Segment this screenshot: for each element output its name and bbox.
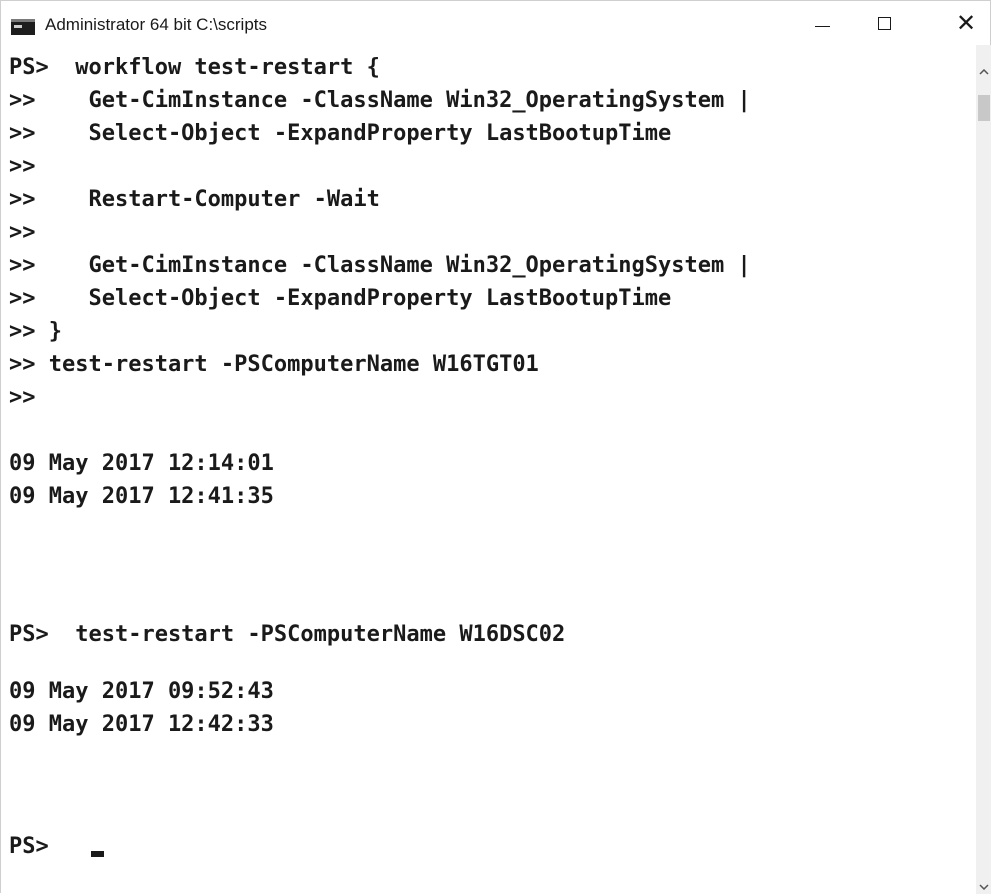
console-line: >> Get-CimInstance -ClassName Win32_Oper… <box>9 88 751 113</box>
console-line: >> <box>9 220 36 245</box>
close-icon: ✕ <box>955 9 977 37</box>
chevron-up-icon <box>979 69 989 75</box>
maximize-icon <box>877 16 891 30</box>
console-line: >> <box>9 385 36 410</box>
console-line: 09 May 2017 09:52:43 <box>9 679 274 704</box>
console-line: PS> workflow test-restart { <box>9 55 380 80</box>
console-output[interactable]: PS> workflow test-restart { >> Get-CimIn… <box>1 45 976 893</box>
vertical-scrollbar[interactable] <box>976 45 991 894</box>
console-window: Administrator 64 bit C:\scripts ✕ PS> wo… <box>0 0 991 894</box>
console-line: 09 May 2017 12:41:35 <box>9 484 274 509</box>
console-line: >> <box>9 154 36 179</box>
console-line: >> Select-Object -ExpandProperty LastBoo… <box>9 286 672 311</box>
chevron-down-icon <box>979 884 989 890</box>
console-line: 09 May 2017 12:14:01 <box>9 451 274 476</box>
scroll-up-button[interactable] <box>976 45 991 85</box>
console-line: 09 May 2017 12:42:33 <box>9 712 274 737</box>
maximize-button[interactable] <box>857 1 911 45</box>
console-prompt: PS> <box>9 834 76 859</box>
console-line: >> Restart-Computer -Wait <box>9 187 380 212</box>
minimize-icon <box>814 25 830 27</box>
console-line: >> test-restart -PSComputerName W16TGT01 <box>9 352 539 377</box>
close-button[interactable]: ✕ <box>939 1 991 45</box>
title-bar[interactable]: Administrator 64 bit C:\scripts ✕ <box>1 1 990 45</box>
scroll-down-button[interactable] <box>976 870 991 894</box>
minimize-button[interactable] <box>795 1 849 45</box>
console-line: >> Select-Object -ExpandProperty LastBoo… <box>9 121 672 146</box>
console-line: >> } <box>9 319 62 344</box>
scrollbar-thumb[interactable] <box>978 95 990 121</box>
console-icon <box>11 19 35 35</box>
console-line: >> Get-CimInstance -ClassName Win32_Oper… <box>9 253 751 278</box>
text-cursor <box>91 851 104 857</box>
console-line: PS> test-restart -PSComputerName W16DSC0… <box>9 622 566 647</box>
window-title: Administrator 64 bit C:\scripts <box>45 15 268 34</box>
